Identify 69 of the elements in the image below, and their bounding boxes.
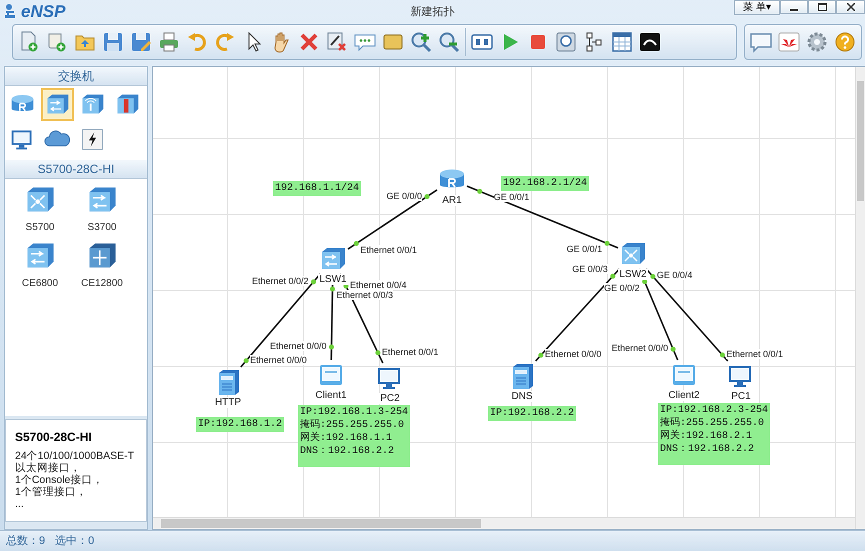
description-text: 24个10/100/1000BASE-T以太网接口， xyxy=(15,450,135,474)
port-label: GE 0/0/1 xyxy=(494,192,530,202)
device-label: AR1 xyxy=(441,195,463,206)
port-label: GE 0/0/1 xyxy=(566,244,602,254)
port-label: GE 0/0/0 xyxy=(386,190,422,201)
zoom-in-icon[interactable] xyxy=(409,30,433,54)
device-label: LSW2 xyxy=(618,269,648,280)
maximize-button[interactable] xyxy=(808,0,836,14)
ip-note: IP:192.168.1.3-254 掩码:255.255.255.0 网关:192.168.1.1 DNS：192.168.2.2 xyxy=(298,405,410,467)
ip-note: IP:192.168.1.2 xyxy=(196,417,284,432)
grid-icon[interactable] xyxy=(610,30,634,54)
description-title: S5700-28C-HI xyxy=(15,429,93,446)
app-logo: eNSP xyxy=(21,2,66,20)
ip-note: 192.168.1.1/24 xyxy=(273,181,362,196)
panel-header: 交换机 xyxy=(5,67,147,86)
zoom-out-icon[interactable] xyxy=(437,30,461,54)
panel-header: S5700-28C-HI xyxy=(5,160,147,179)
description-text: ... xyxy=(15,498,25,510)
selected-count: 选中：0 xyxy=(55,534,94,549)
printer-icon[interactable] xyxy=(157,30,181,54)
switch-icon[interactable] xyxy=(41,88,74,121)
port-label: GE 0/0/2 xyxy=(604,282,640,293)
logo-icon xyxy=(4,3,18,19)
device-label: HTTP xyxy=(214,397,242,408)
ip-note: IP:192.168.2.2 xyxy=(488,406,576,421)
menu-button[interactable]: 菜 单▾ xyxy=(734,0,780,15)
scrollbar-thumb[interactable] xyxy=(161,519,481,528)
device-label: PC1 xyxy=(730,391,752,402)
device-model[interactable]: S3700 xyxy=(71,183,133,235)
horizontal-scrollbar[interactable] xyxy=(153,517,855,529)
capture-icon[interactable] xyxy=(554,30,578,54)
port-label: GE 0/0/3 xyxy=(572,264,608,274)
port-label: Ethernet 0/0/3 xyxy=(336,290,394,300)
ip-note: 192.168.2.1/24 xyxy=(501,176,590,191)
brand-logo-icon[interactable] xyxy=(777,30,801,54)
port-label: Ethernet 0/0/4 xyxy=(350,280,406,290)
save-as-icon[interactable] xyxy=(129,30,153,54)
close-icon xyxy=(846,3,854,11)
port-label: Ethernet 0/0/0 xyxy=(544,349,602,360)
port-label: GE 0/0/4 xyxy=(656,270,692,280)
port-label: Ethernet 0/0/0 xyxy=(270,341,326,351)
port-label: Ethernet 0/0/1 xyxy=(726,349,783,360)
total-count: 总数：9 xyxy=(6,534,46,549)
device-model[interactable]: CE6800 xyxy=(9,239,71,291)
port-label: Ethernet 0/0/0 xyxy=(612,343,668,354)
port-label: Ethernet 0/0/0 xyxy=(250,354,307,365)
description-text: 1个Console接口， xyxy=(15,474,104,486)
port-label: Ethernet 0/0/2 xyxy=(252,276,309,286)
settings-icon[interactable] xyxy=(805,30,829,54)
window-title: 新建拓扑 xyxy=(410,4,454,20)
vertical-scrollbar[interactable] xyxy=(855,67,865,529)
close-button[interactable] xyxy=(836,0,865,14)
save-icon[interactable] xyxy=(101,30,125,54)
device-label: Client2 xyxy=(667,390,701,401)
terminal-icon[interactable] xyxy=(638,30,662,54)
device-model[interactable]: S5700 xyxy=(9,183,71,235)
minimize-button[interactable] xyxy=(780,0,808,14)
scrollbar-thumb[interactable] xyxy=(857,81,864,201)
device-label: LSW1 xyxy=(318,274,348,285)
device-model[interactable]: CE12800 xyxy=(71,239,133,291)
device-label: PC2 xyxy=(379,393,401,404)
maximize-icon xyxy=(818,3,826,11)
port-label: Ethernet 0/0/1 xyxy=(360,244,417,254)
help-icon[interactable] xyxy=(833,30,857,54)
device-label: Client1 xyxy=(314,390,348,401)
description-text: 1个管理接口， xyxy=(15,486,88,498)
device-label: DNS xyxy=(510,391,534,402)
port-label: Ethernet 0/0/1 xyxy=(382,346,438,357)
ip-note: IP:192.168.2.3-254 掩码:255.255.255.0 网关:192.168.2.1 DNS：192.168.2.2 xyxy=(658,403,770,465)
